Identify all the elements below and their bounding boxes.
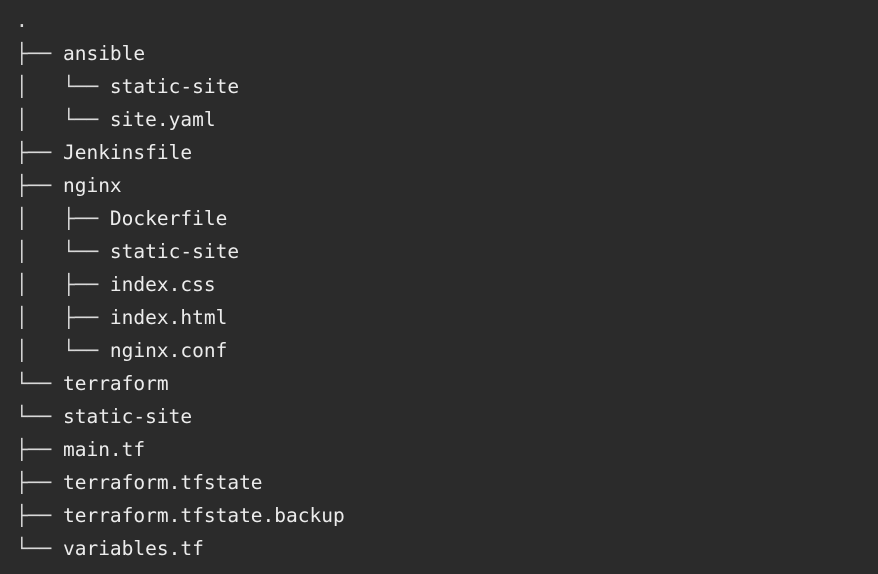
tree-line: ├── main.tf xyxy=(16,433,878,466)
tree-prefix: ├── xyxy=(16,42,63,65)
tree-entry-name: main.tf xyxy=(62,438,146,461)
tree-line: │ ├── index.css xyxy=(16,268,878,301)
tree-line: │ └── static-site xyxy=(16,235,878,268)
tree-line: └── variables.tf xyxy=(16,532,878,565)
tree-line: │ ├── Dockerfile xyxy=(16,202,878,235)
tree-line: │ └── nginx.conf xyxy=(16,334,878,367)
tree-line: ├── ansible xyxy=(16,37,878,70)
tree-entry-name: variables.tf xyxy=(62,537,204,560)
tree-prefix: │ └── xyxy=(16,339,110,362)
tree-prefix: ├── xyxy=(16,504,63,527)
tree-prefix: │ └── xyxy=(16,108,110,131)
tree-line: │ └── site.yaml xyxy=(16,103,878,136)
tree-prefix: └── xyxy=(16,372,63,395)
tree-prefix: │ └── xyxy=(16,75,110,98)
tree-prefix: └── xyxy=(16,405,63,428)
tree-prefix: ├── xyxy=(16,471,63,494)
tree-entry-name: index.css xyxy=(109,273,216,296)
tree-entry-name: index.html xyxy=(109,306,228,329)
tree-entry-name: nginx.conf xyxy=(109,339,228,362)
tree-line: │ ├── index.html xyxy=(16,301,878,334)
tree-entry-name: static-site xyxy=(109,240,240,263)
tree-entry-name: Dockerfile xyxy=(109,207,228,230)
tree-line: └── terraform xyxy=(16,367,878,400)
tree-prefix: ├── xyxy=(16,438,63,461)
tree-entry-name: site.yaml xyxy=(109,108,216,131)
tree-prefix: └── xyxy=(16,537,63,560)
tree-prefix: ├── xyxy=(16,141,63,164)
tree-prefix: . xyxy=(16,9,28,32)
tree-entry-name: Jenkinsfile xyxy=(62,141,193,164)
tree-line: └── static-site xyxy=(16,400,878,433)
tree-line-root: . xyxy=(16,4,878,37)
tree-prefix: │ └── xyxy=(16,240,110,263)
tree-entry-name: static-site xyxy=(109,75,240,98)
tree-entry-name: terraform.tfstate xyxy=(62,471,263,494)
tree-line: ├── nginx xyxy=(16,169,878,202)
tree-entry-name: nginx xyxy=(62,174,122,197)
tree-entry-name: terraform xyxy=(62,372,169,395)
tree-prefix: │ ├── xyxy=(16,273,110,296)
tree-line: │ └── static-site xyxy=(16,70,878,103)
tree-line: ├── terraform.tfstate.backup xyxy=(16,499,878,532)
tree-entry-name: static-site xyxy=(62,405,193,428)
tree-line: ├── terraform.tfstate xyxy=(16,466,878,499)
tree-prefix: │ ├── xyxy=(16,207,110,230)
tree-entry-name: terraform.tfstate.backup xyxy=(62,504,345,527)
tree-prefix: │ ├── xyxy=(16,306,110,329)
tree-entry-name: ansible xyxy=(62,42,146,65)
tree-line: ├── Jenkinsfile xyxy=(16,136,878,169)
directory-tree-output: . ├── ansible │ └── static-site │ └── si… xyxy=(0,0,878,574)
tree-prefix: ├── xyxy=(16,174,63,197)
